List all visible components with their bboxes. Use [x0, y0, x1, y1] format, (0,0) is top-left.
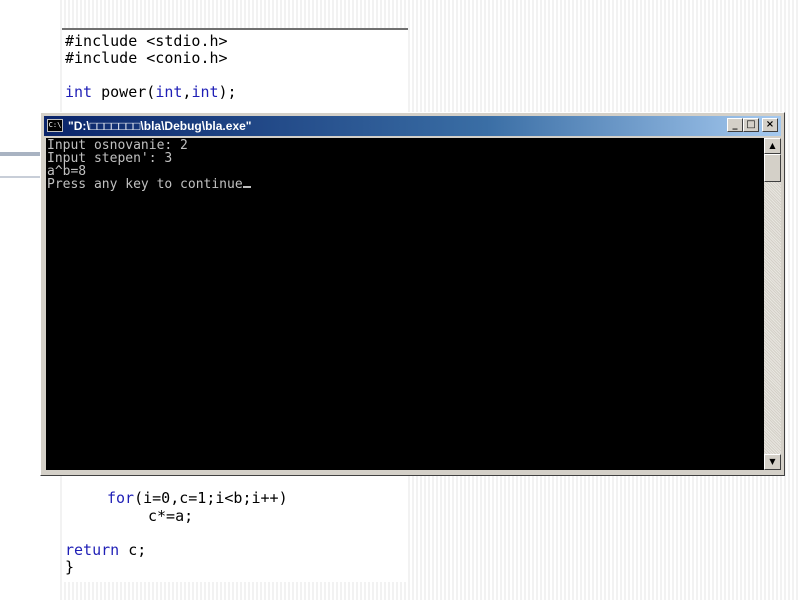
slide-accent-line — [0, 176, 40, 178]
minimize-button[interactable]: _ — [727, 118, 743, 132]
keyword-int: int — [65, 83, 93, 101]
title-bar[interactable]: C:\ "D:\□□□□□□□\bla\Debug\bla.exe" _ □ × — [44, 116, 781, 136]
text-cursor — [242, 186, 251, 188]
code-line-close-brace: } — [65, 558, 75, 576]
keyword-int: int — [191, 83, 219, 101]
maximize-button[interactable]: □ — [743, 118, 759, 132]
keyword-return: return — [65, 541, 120, 559]
scroll-down-button[interactable]: ▼ — [764, 454, 781, 470]
console-app-icon[interactable]: C:\ — [47, 119, 63, 132]
console-prompt-text: Press any key to continue — [47, 177, 243, 192]
code-line-include-conio: #include <conio.h> — [65, 49, 228, 67]
window-title: "D:\□□□□□□□\bla\Debug\bla.exe" — [68, 119, 252, 133]
code-line-return: return c; — [65, 542, 146, 559]
console-line-press-key: Press any key to continue — [47, 178, 251, 191]
code-text: power( — [92, 83, 156, 101]
console-output[interactable]: Input osnovanie: 2 Input stepen': 3 a^b=… — [46, 138, 764, 470]
keyword-int: int — [155, 83, 183, 101]
code-line-for: for(i=0,c=1;i<b;i++) — [107, 490, 288, 507]
scroll-thumb[interactable] — [764, 154, 781, 182]
code-text: (i=0,c=1;i<b;i++) — [134, 489, 288, 507]
vertical-scrollbar[interactable]: ▲ ▼ — [764, 138, 781, 470]
console-window[interactable]: C:\ "D:\□□□□□□□\bla\Debug\bla.exe" _ □ ×… — [40, 112, 785, 476]
keyword-for: for — [107, 489, 135, 507]
code-line-prototype: int power(int,int); — [65, 84, 237, 101]
scroll-up-button[interactable]: ▲ — [764, 138, 781, 154]
code-text: ); — [218, 83, 237, 101]
code-line-include-stdio: #include <stdio.h> — [65, 32, 228, 50]
code-line-body: c*=a; — [148, 507, 194, 525]
close-button[interactable]: × — [762, 118, 778, 132]
code-text: c; — [119, 541, 147, 559]
